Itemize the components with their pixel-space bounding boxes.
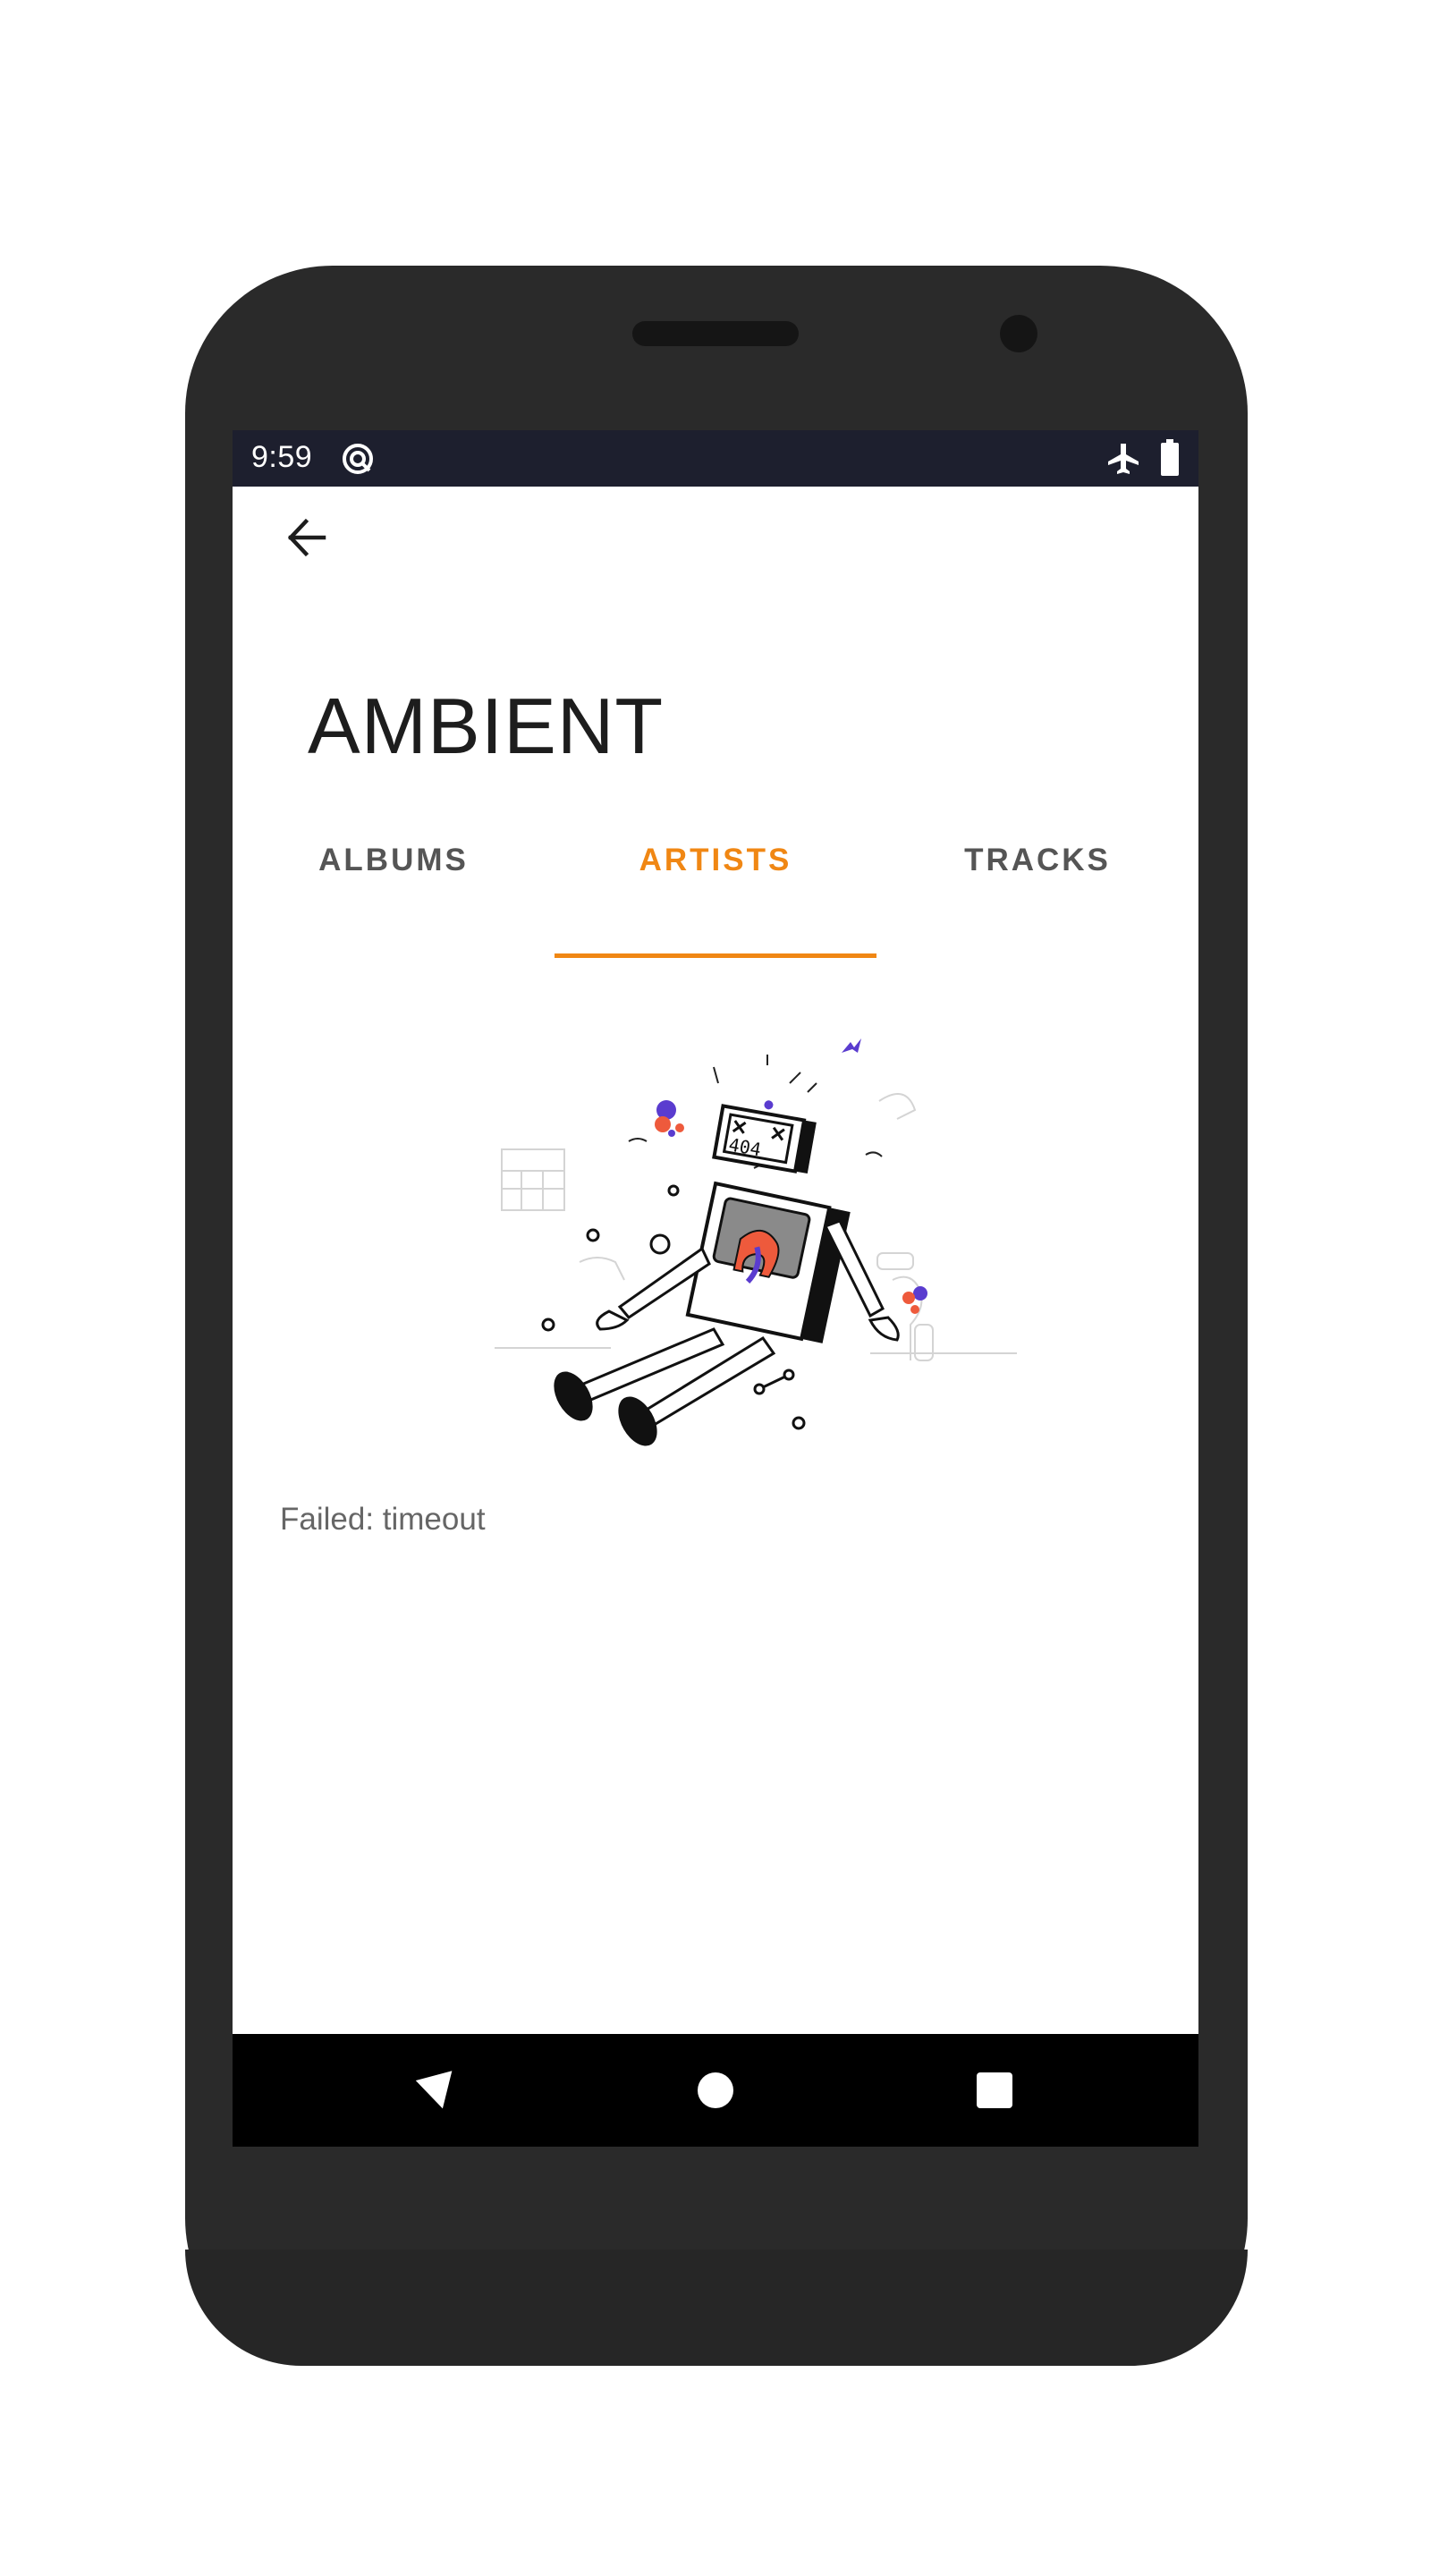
tab-artists[interactable]: ARTISTS — [555, 843, 876, 959]
tab-albums[interactable]: ALBUMS — [233, 843, 555, 959]
app-screen: 9:59 AMBIENT ALBUMS ARTISTS TRACKS 404 F… — [233, 430, 1198, 2147]
nav-back-icon[interactable] — [416, 2070, 461, 2114]
active-tab-indicator — [555, 953, 876, 958]
phone-chin — [185, 2250, 1248, 2366]
earpiece-speaker — [632, 321, 799, 346]
arrow-left-icon — [287, 518, 326, 557]
nav-recents-icon[interactable] — [977, 2072, 1012, 2108]
system-navigation-bar — [233, 2034, 1198, 2147]
airplane-mode-icon — [1108, 444, 1139, 474]
nav-home-icon[interactable] — [698, 2072, 733, 2108]
battery-icon — [1161, 439, 1179, 476]
tab-tracks[interactable]: TRACKS — [876, 843, 1198, 959]
status-bar: 9:59 — [233, 430, 1198, 487]
front-camera — [1000, 315, 1037, 352]
status-time: 9:59 — [251, 440, 313, 474]
back-button[interactable] — [268, 499, 345, 576]
sync-icon — [343, 444, 373, 474]
error-message: Failed: timeout — [280, 1502, 486, 1537]
broken-robot-404-illustration: 404 — [495, 1038, 1017, 1446]
page-title: AMBIENT — [308, 682, 665, 770]
